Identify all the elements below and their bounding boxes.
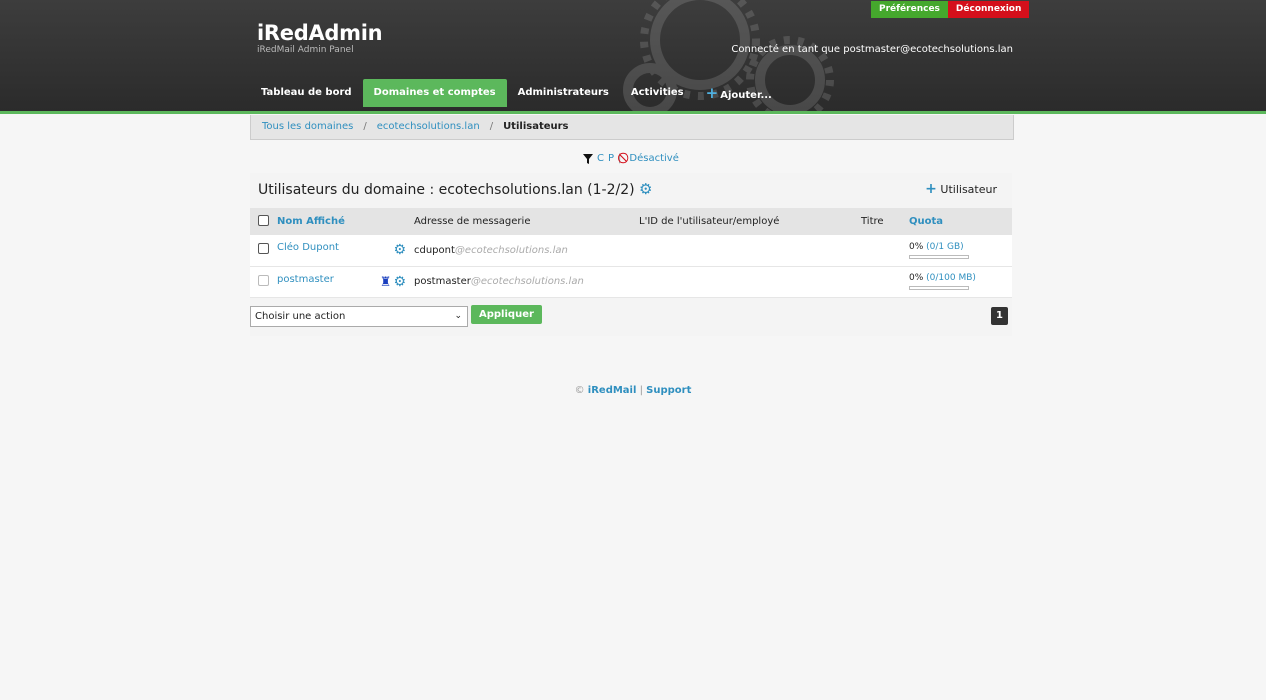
filter-disabled-link[interactable]: Désactivé xyxy=(629,153,678,164)
copyright-symbol: © xyxy=(574,385,585,396)
filter-p-link[interactable]: P xyxy=(608,153,614,164)
filter-separator: | xyxy=(618,153,622,164)
nav-add[interactable]: + Ajouter... xyxy=(695,79,783,107)
gear-icon[interactable]: ⚙ xyxy=(393,274,406,290)
plus-icon: + xyxy=(925,181,937,197)
employee-id-cell xyxy=(639,266,861,297)
quota-percent: 0% xyxy=(909,241,924,252)
filter-icon xyxy=(583,153,593,164)
row-checkbox-cell xyxy=(250,266,277,297)
nav-administrators[interactable]: Administrateurs xyxy=(507,79,620,107)
title-cell xyxy=(861,235,909,266)
col-display-name[interactable]: Nom Affiché xyxy=(277,208,414,235)
support-link[interactable]: Support xyxy=(646,385,691,396)
row-checkbox-cell xyxy=(250,235,277,266)
header: iRedAdmin iRedMail Admin Panel Préférenc… xyxy=(0,0,1266,114)
col-title: Titre xyxy=(861,216,884,227)
logout-button[interactable]: Déconnexion xyxy=(947,1,1030,18)
email-local: cdupont xyxy=(414,244,455,256)
email-domain: @ecotechsolutions.lan xyxy=(454,244,568,256)
quota-link[interactable]: (0/100 MB) xyxy=(926,273,976,283)
breadcrumb-separator: / xyxy=(489,121,494,132)
gear-icon[interactable]: ⚙ xyxy=(639,180,652,198)
action-select[interactable]: Choisir une action ⌄ xyxy=(250,305,468,327)
table-row: Cléo Dupont ⚙ cdupont@ecotechsolutions.l… xyxy=(250,235,1012,266)
row-icons: ♜ ⚙ xyxy=(380,274,406,290)
add-user-label: Utilisateur xyxy=(940,183,997,196)
col-email: Adresse de messagerie xyxy=(414,216,531,227)
email-domain: @ecotechsolutions.lan xyxy=(470,276,584,287)
page-number[interactable]: 1 xyxy=(991,306,1008,325)
display-name-cell: postmaster ♜ ⚙ xyxy=(277,266,414,297)
table-row: postmaster ♜ ⚙ postmaster@ecotechsolution… xyxy=(250,266,1012,297)
select-all-checkbox[interactable] xyxy=(258,214,269,226)
nav-add-label: Ajouter... xyxy=(720,90,772,101)
footer-separator: | xyxy=(639,385,643,396)
users-table: Nom Affiché Adresse de messagerie L'ID d… xyxy=(250,208,1012,298)
admin-icon: ♜ xyxy=(379,274,392,290)
breadcrumb-current: Utilisateurs xyxy=(503,121,569,132)
panel-title-text: Utilisateurs du domaine : ecotechsolutio… xyxy=(258,182,635,198)
quota-bar xyxy=(909,254,969,259)
select-all-cell xyxy=(250,208,277,235)
iredmail-link[interactable]: iRedMail xyxy=(588,385,637,396)
quota-cell: 0% (0/1 GB) xyxy=(909,235,1012,266)
panel-title: Utilisateurs du domaine : ecotechsolutio… xyxy=(258,180,652,198)
col-quota[interactable]: Quota xyxy=(909,208,1012,235)
row-checkbox[interactable] xyxy=(258,243,269,255)
filters: C P | ⃠ Désactivé xyxy=(583,153,679,164)
breadcrumb-all-domains[interactable]: Tous les domaines xyxy=(262,121,353,132)
quota-cell: 0% (0/100 MB) xyxy=(909,266,1012,297)
quota-link[interactable]: (0/1 GB) xyxy=(926,242,964,252)
quota-percent: 0% xyxy=(909,273,924,283)
row-checkbox xyxy=(258,274,269,286)
panel-footer: Choisir une action ⌄ Appliquer 1 xyxy=(250,297,1012,336)
user-name-link[interactable]: Cléo Dupont xyxy=(277,242,339,253)
title-cell xyxy=(861,266,909,297)
table-header-row: Nom Affiché Adresse de messagerie L'ID d… xyxy=(250,208,1012,235)
breadcrumb-separator: / xyxy=(363,121,367,132)
users-panel: Utilisateurs du domaine : ecotechsolutio… xyxy=(250,173,1012,336)
display-name-cell: Cléo Dupont ⚙ xyxy=(277,235,414,266)
email-cell: cdupont@ecotechsolutions.lan xyxy=(414,235,639,266)
add-user-button[interactable]: + Utilisateur xyxy=(925,181,997,197)
preferences-button[interactable]: Préférences xyxy=(871,1,948,18)
col-employee-id: L'ID de l'utilisateur/employé xyxy=(639,216,780,227)
panel-header: Utilisateurs du domaine : ecotechsolutio… xyxy=(250,173,1012,208)
breadcrumb-domain[interactable]: ecotechsolutions.lan xyxy=(377,121,480,132)
top-buttons: Préférences Déconnexion xyxy=(871,1,1030,18)
employee-id-cell xyxy=(639,235,861,266)
email-local: postmaster xyxy=(414,276,471,287)
app-title: iRedAdmin xyxy=(257,21,383,45)
filter-c-link[interactable]: C xyxy=(597,153,604,164)
footer: © iRedMail | Support xyxy=(0,385,1266,396)
nav-domains-accounts[interactable]: Domaines et comptes xyxy=(362,79,507,107)
user-name-link[interactable]: postmaster xyxy=(277,274,334,285)
quota-text: 0% (0/100 MB) xyxy=(909,273,1012,283)
nav-dashboard[interactable]: Tableau de bord xyxy=(250,79,363,107)
chevron-down-icon: ⌄ xyxy=(454,310,462,321)
main-nav: Tableau de bord Domaines et comptes Admi… xyxy=(250,79,783,107)
login-info: Connecté en tant que postmaster@ecotechs… xyxy=(731,44,1013,55)
app-subtitle: iRedMail Admin Panel xyxy=(257,45,354,55)
action-select-value: Choisir une action xyxy=(255,310,346,322)
quota-text: 0% (0/1 GB) xyxy=(909,242,1012,252)
plus-icon: + xyxy=(705,84,719,102)
gear-icon[interactable]: ⚙ xyxy=(393,242,406,258)
email-cell: postmaster@ecotechsolutions.lan xyxy=(414,266,639,297)
apply-button[interactable]: Appliquer xyxy=(471,304,542,324)
nav-activities[interactable]: Activities xyxy=(620,79,695,107)
quota-bar xyxy=(909,286,969,290)
breadcrumb: Tous les domaines / ecotechsolutions.lan / U… xyxy=(250,115,1014,140)
brand[interactable]: iRedAdmin iRedMail Admin Panel xyxy=(257,21,383,56)
